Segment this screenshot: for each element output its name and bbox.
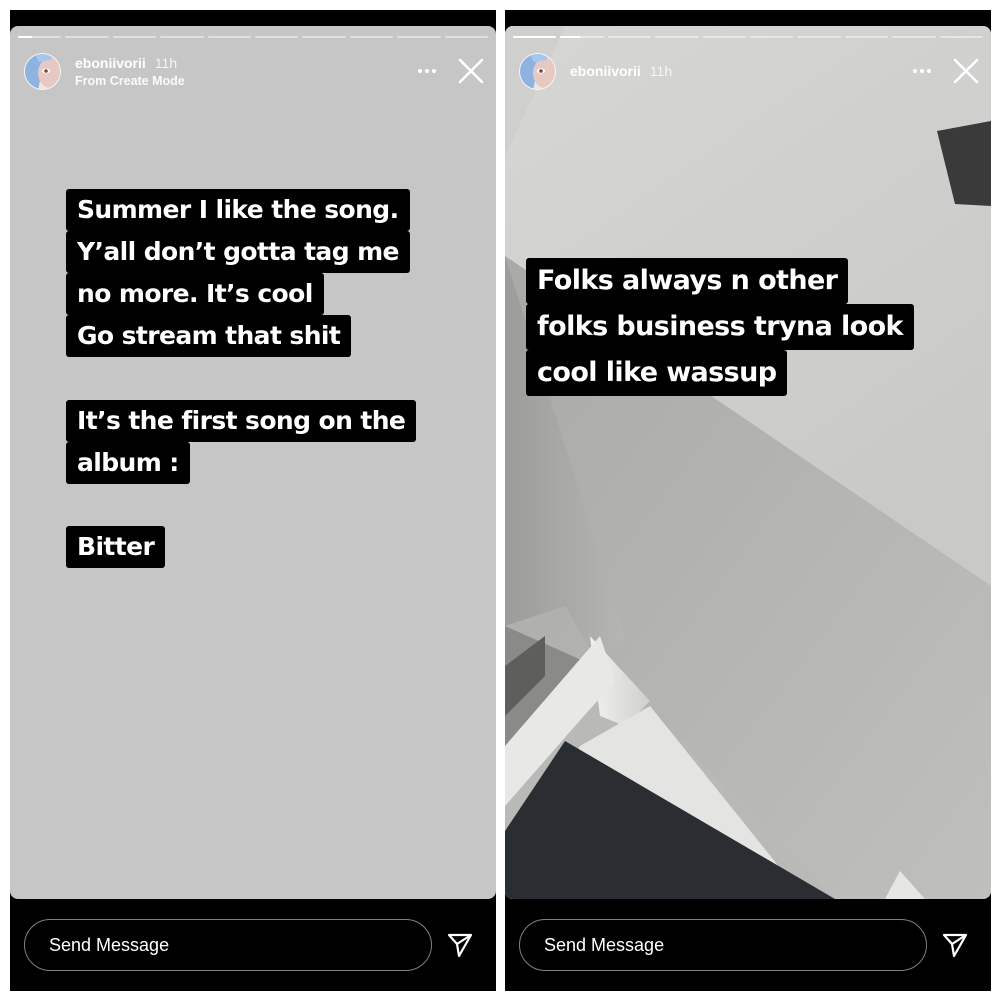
progress-segment [560,36,604,38]
story-viewer-right[interactable]: eboniivorii 11h Folks always n other fol… [505,10,991,991]
send-icon [942,933,968,958]
story-footer [10,899,496,991]
progress-segment [892,36,936,38]
progress-segment [160,36,204,38]
progress-segment [112,36,157,38]
create-mode-label: From Create Mode [75,73,185,88]
send-message-input[interactable] [519,919,927,971]
progress-segment [797,36,841,38]
progress-segment [65,36,109,38]
user-meta: eboniivorii 11h From Create Mode [75,55,185,88]
story-media[interactable] [505,26,991,899]
caption-group: Folks always n other folks business tryn… [526,258,914,396]
story-progress-bar [513,36,984,38]
story-header: eboniivorii 11h [519,48,981,94]
progress-segment [750,36,794,38]
username[interactable]: eboniivorii [75,55,146,71]
caption-line: Folks always n other [526,258,849,304]
more-horizontal-icon [417,68,437,74]
progress-segment [349,36,394,38]
close-button[interactable] [456,56,486,86]
send-button[interactable] [935,925,975,965]
progress-segment [255,36,299,38]
progress-segment [207,36,252,38]
story-progress-bar [18,36,489,38]
caption-line: album : [66,442,190,484]
more-horizontal-icon [912,68,932,74]
avatar-image [520,53,555,89]
user-meta: eboniivorii 11h [570,63,672,79]
progress-fill [560,36,580,38]
caption-line: folks business tryna look [526,304,914,350]
close-icon [953,58,979,84]
send-icon [447,933,473,958]
progress-fill [18,36,33,38]
caption-line: It’s the first song on the [66,400,417,442]
progress-segment [444,36,489,38]
caption-group: Summer I like the song. Y’all don’t gott… [66,189,410,357]
send-button[interactable] [440,925,480,965]
progress-segment [302,36,346,38]
caption-line: cool like wassup [526,350,788,396]
caption-line: no more. It’s cool [66,273,324,315]
progress-segment [844,36,889,38]
progress-segment [18,36,62,38]
close-button[interactable] [951,56,981,86]
avatar[interactable] [519,52,556,90]
caption-group: It’s the first song on the album : [66,400,417,484]
progress-segment [655,36,699,38]
progress-segment [607,36,652,38]
progress-segment [939,36,984,38]
progress-segment [702,36,747,38]
progress-segment [397,36,441,38]
avatar[interactable] [24,52,61,90]
user-line: eboniivorii 11h [75,55,185,71]
more-options-button[interactable] [907,56,937,86]
story-viewer-left[interactable]: eboniivorii 11h From Create Mode Summer … [10,10,496,991]
user-line: eboniivorii 11h [570,63,672,79]
close-icon [458,58,484,84]
more-options-button[interactable] [412,56,442,86]
post-time: 11h [649,63,673,79]
story-footer [505,899,991,991]
post-time: 11h [154,54,178,71]
caption-line: Go stream that shit [66,315,352,357]
caption-line: Y’all don’t gotta tag me [66,231,410,273]
username[interactable]: eboniivorii [570,63,641,79]
progress-fill [513,36,557,38]
progress-segment [513,36,557,38]
caption-line: Summer I like the song. [66,189,410,231]
ceiling-photo [505,26,991,899]
send-message-input[interactable] [24,919,432,971]
caption-group: Bitter [66,526,166,568]
story-header: eboniivorii 11h From Create Mode [24,48,486,94]
avatar-image [25,53,60,89]
caption-line: Bitter [66,526,166,568]
